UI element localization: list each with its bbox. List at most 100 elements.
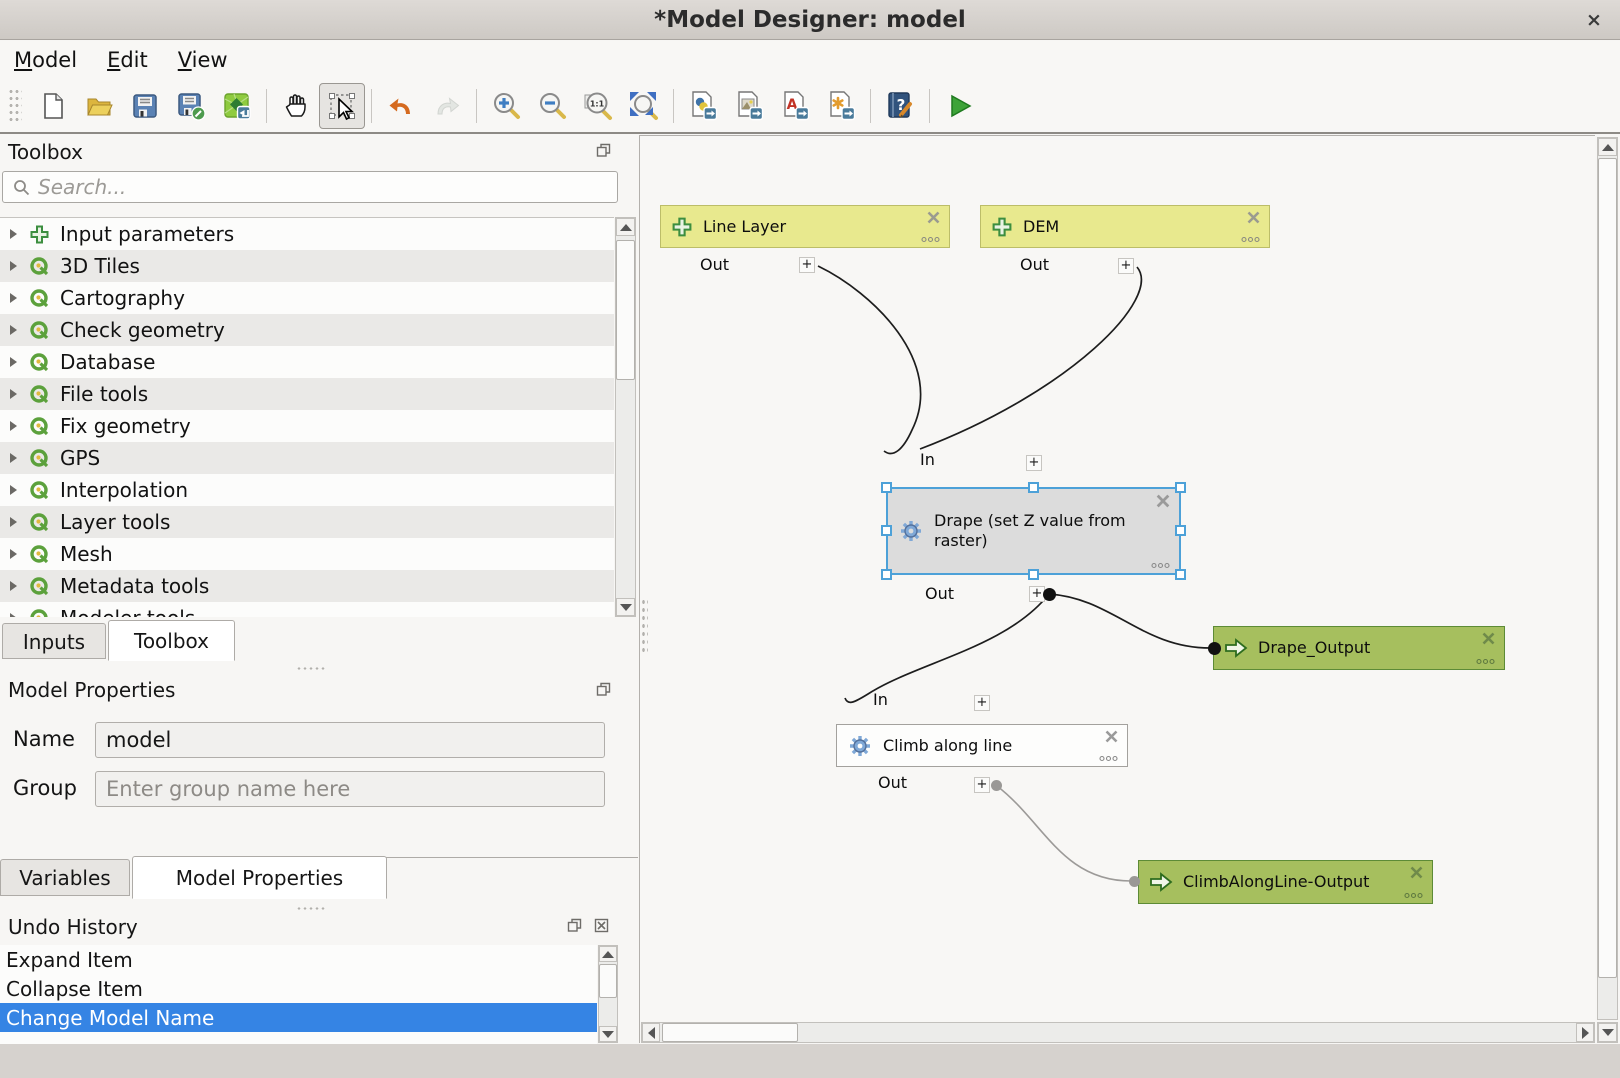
tree-item-fix-geometry[interactable]: Fix geometry [0,410,614,442]
expand-caret-icon[interactable] [10,613,17,617]
toolbar-grip[interactable] [8,88,22,124]
save-model-as-button[interactable] [168,83,214,129]
comment-dots-icon[interactable] [1151,562,1170,569]
selection-handle[interactable] [881,525,892,536]
pan-tool-button[interactable] [273,83,319,129]
undo-history-scrollbar[interactable] [598,945,618,1043]
scrollbar-thumb[interactable] [1598,158,1617,978]
zoom-out-button[interactable] [529,83,575,129]
climb-out-plus[interactable]: + [974,777,990,793]
climb-output-in-socket[interactable] [1129,876,1140,887]
scroll-down-arrow[interactable] [616,598,635,616]
scroll-left-arrow[interactable] [642,1023,660,1042]
zoom-actual-button[interactable]: 1:1 [575,83,621,129]
expand-caret-icon[interactable] [10,357,17,367]
select-tool-button[interactable] [319,83,365,129]
expand-caret-icon[interactable] [10,325,17,335]
menu-model[interactable]: Model [14,48,77,72]
canvas-horizontal-scrollbar[interactable] [641,1022,1595,1043]
scrollbar-thumb[interactable] [616,240,635,380]
model-canvas[interactable] [639,135,1595,1043]
zoom-in-button[interactable] [483,83,529,129]
remove-node-icon[interactable] [1155,493,1171,509]
panel-canvas-splitter[interactable] [641,598,648,654]
tab-inputs[interactable]: Inputs [2,623,106,659]
node-climbalongline-output[interactable]: ClimbAlongLine-Output [1138,860,1433,904]
float-panel-icon[interactable] [596,682,611,697]
remove-node-icon[interactable] [1104,729,1119,744]
drape-in-plus[interactable]: + [1026,455,1042,471]
tree-item-modeler-tools[interactable]: Modeler tools [0,602,614,617]
drape-out-socket[interactable] [1043,588,1056,601]
tab-model-properties[interactable]: Model Properties [132,856,387,899]
undo-item-selected[interactable]: Change Model Name [0,1003,597,1032]
close-window-icon[interactable]: × [1582,8,1606,32]
scrollbar-thumb[interactable] [662,1023,798,1042]
selection-handle[interactable] [1175,525,1186,536]
canvas-vertical-scrollbar[interactable] [1597,137,1618,1020]
search-input[interactable] [38,175,578,199]
node-drape-output[interactable]: Drape_Output [1213,626,1505,670]
expand-caret-icon[interactable] [10,261,17,271]
panel-splitter-handle[interactable] [296,666,326,672]
open-model-button[interactable] [76,83,122,129]
tree-item-3d-tiles[interactable]: 3D Tiles [0,250,614,282]
comment-dots-icon[interactable] [921,236,940,243]
model-name-field[interactable] [95,722,605,758]
node-line-layer[interactable]: Line Layer [660,205,950,248]
climb-in-plus[interactable]: + [974,695,990,711]
expand-caret-icon[interactable] [10,453,17,463]
tree-item-input-parameters[interactable]: Input parameters [0,218,614,250]
tab-variables[interactable]: Variables [0,859,130,896]
export-python-button[interactable] [680,83,726,129]
tree-item-database[interactable]: Database [0,346,614,378]
scroll-up-arrow[interactable] [616,218,635,236]
remove-node-icon[interactable] [1246,210,1261,225]
export-pdf-button[interactable]: A [772,83,818,129]
tree-item-mesh[interactable]: Mesh [0,538,614,570]
save-model-in-project-button[interactable] [214,83,260,129]
expand-caret-icon[interactable] [10,485,17,495]
panel-splitter-handle[interactable] [296,906,326,912]
tree-item-check-geometry[interactable]: Check geometry [0,314,614,346]
tree-item-interpolation[interactable]: Interpolation [0,474,614,506]
undo-item[interactable]: Collapse Item [0,974,597,1003]
expand-caret-icon[interactable] [10,293,17,303]
scroll-right-arrow[interactable] [1576,1023,1594,1042]
toolbox-scrollbar[interactable] [615,217,636,617]
export-svg-button[interactable] [818,83,864,129]
run-model-button[interactable] [936,83,982,129]
climb-out-socket[interactable] [991,780,1002,791]
node-dem[interactable]: DEM [980,205,1270,248]
undo-item[interactable]: Expand Item [0,945,597,974]
selection-handle[interactable] [1175,482,1186,493]
remove-node-icon[interactable] [1481,631,1496,646]
export-image-button[interactable] [726,83,772,129]
new-model-button[interactable] [30,83,76,129]
tree-item-cartography[interactable]: Cartography [0,282,614,314]
comment-dots-icon[interactable] [1404,892,1423,899]
dem-out-plus[interactable]: + [1118,258,1134,274]
expand-caret-icon[interactable] [10,549,17,559]
undo-button[interactable] [378,83,424,129]
comment-dots-icon[interactable] [1099,755,1118,762]
float-panel-icon[interactable] [567,918,582,933]
menu-edit[interactable]: Edit [107,48,148,72]
scroll-up-arrow[interactable] [599,946,617,962]
comment-dots-icon[interactable] [1241,236,1260,243]
tree-item-metadata-tools[interactable]: Metadata tools [0,570,614,602]
selection-handle[interactable] [881,482,892,493]
selection-handle[interactable] [1028,482,1039,493]
float-panel-icon[interactable] [596,143,611,158]
tab-toolbox[interactable]: Toolbox [108,620,235,661]
close-panel-icon[interactable] [594,918,609,933]
node-drape[interactable]: Drape (set Z value from raster) [886,487,1181,575]
zoom-full-button[interactable] [621,83,667,129]
redo-button[interactable] [424,83,470,129]
comment-dots-icon[interactable] [1476,658,1495,665]
node-climb-along-line[interactable]: Climb along line [836,724,1128,767]
scroll-down-arrow[interactable] [599,1026,617,1042]
scroll-down-arrow[interactable] [1598,1023,1617,1042]
save-model-button[interactable] [122,83,168,129]
tree-item-file-tools[interactable]: File tools [0,378,614,410]
